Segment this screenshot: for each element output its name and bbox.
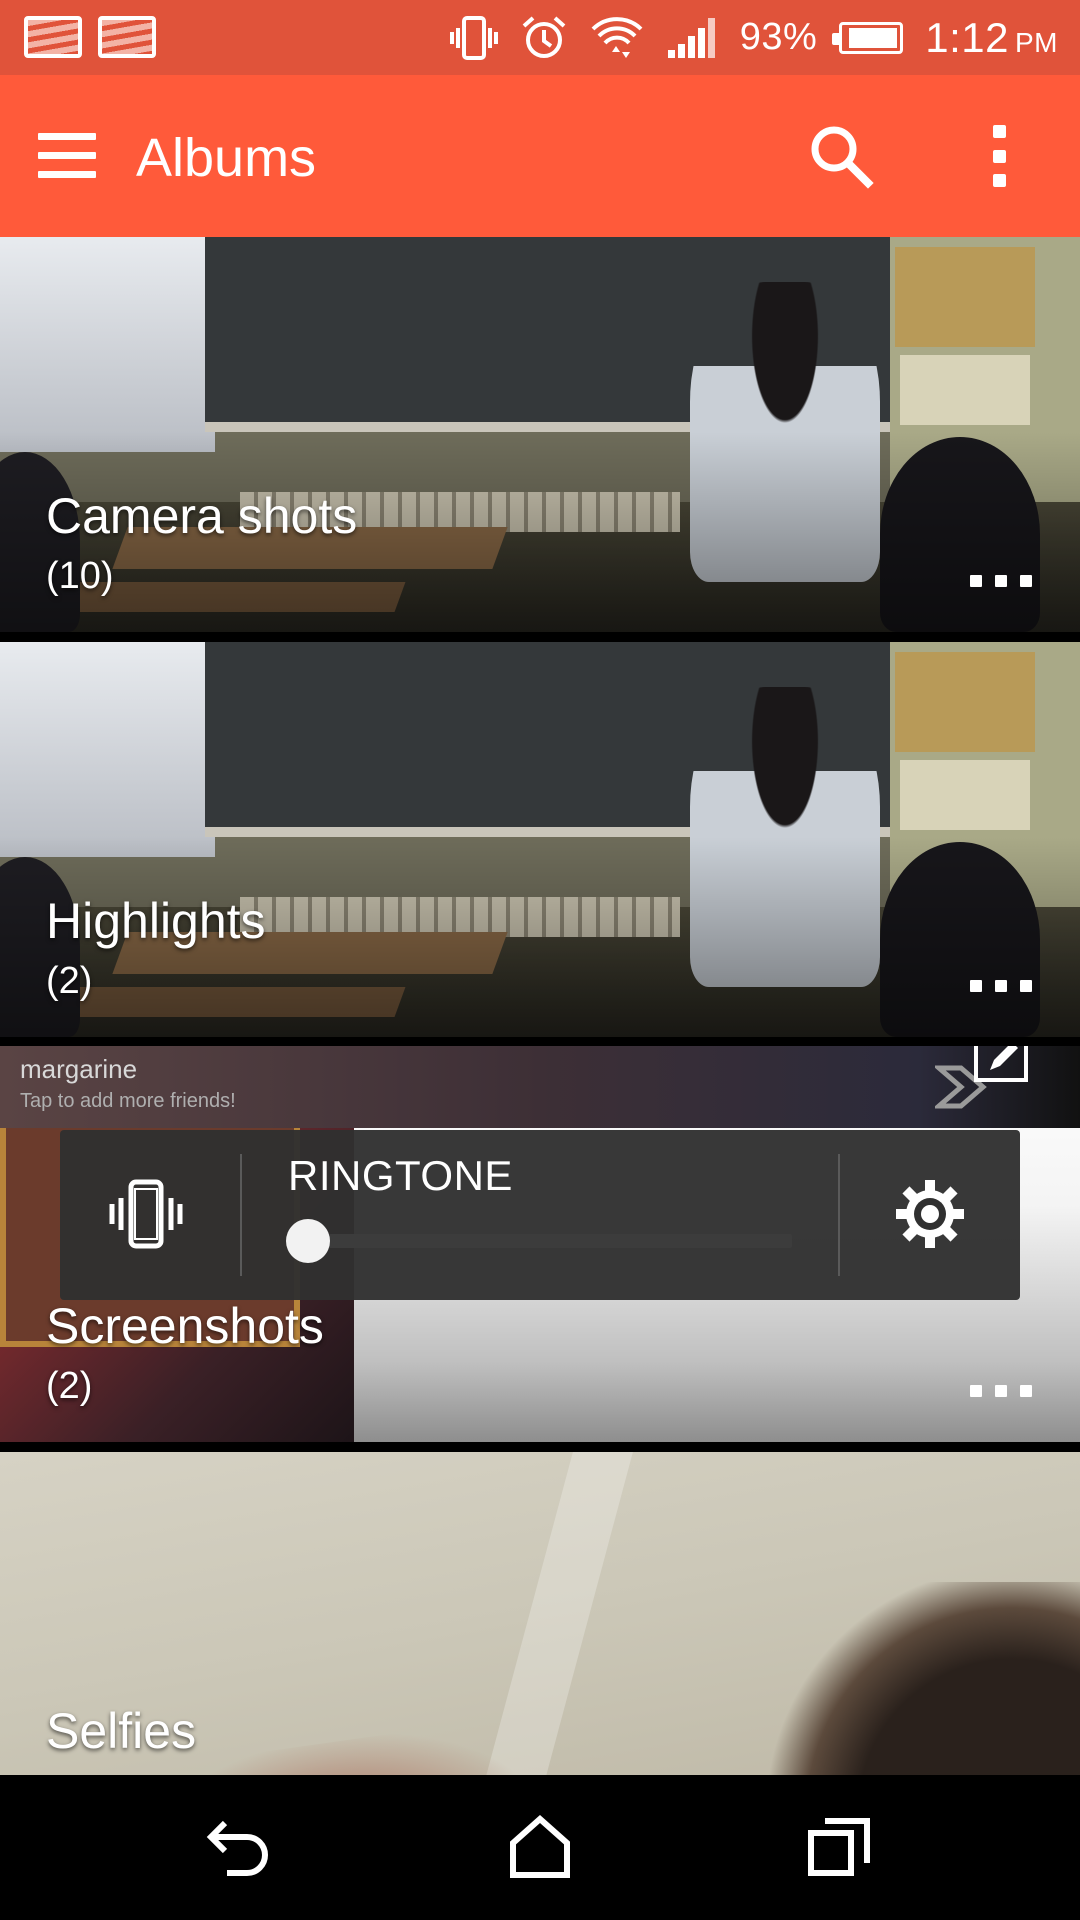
album-name: Camera shots [46, 488, 358, 544]
gear-icon[interactable] [894, 1178, 966, 1255]
chat-notification[interactable]: margarine Tap to add more friends! [0, 1046, 1080, 1128]
alarm-icon [520, 14, 568, 62]
signal-icon [666, 16, 718, 60]
album-count: (2) [46, 1365, 93, 1407]
notification-icons [24, 16, 156, 58]
album-more-icon[interactable] [970, 572, 1032, 592]
vibrate-icon[interactable] [108, 1178, 184, 1255]
overflow-menu-icon[interactable] [988, 125, 1012, 187]
battery-level [849, 27, 898, 48]
menu-icon[interactable] [38, 133, 98, 179]
wifi-icon [590, 12, 644, 64]
vibrate-icon [449, 14, 498, 62]
clock: 1:12 PM [925, 14, 1058, 62]
navigation-bar [0, 1775, 1080, 1920]
page-title: Albums [136, 128, 317, 188]
album-tile-highlights[interactable]: Highlights (2) [0, 642, 1080, 1037]
volume-slider-track[interactable] [308, 1234, 792, 1248]
clock-ampm: PM [1015, 26, 1058, 58]
chat-contact-name: margarine [20, 1054, 138, 1084]
battery-percent: 93% [739, 16, 818, 58]
album-more-icon[interactable] [970, 1382, 1032, 1402]
divider [240, 1154, 242, 1276]
recents-icon[interactable] [805, 1815, 875, 1884]
album-name: Highlights [46, 893, 266, 949]
chat-subtitle: Tap to add more friends! [20, 1090, 236, 1112]
divider [838, 1154, 840, 1276]
back-icon[interactable] [205, 1815, 275, 1884]
app-bar: Albums [0, 75, 1080, 237]
album-tile-camera-shots[interactable]: Camera shots (10) [0, 237, 1080, 632]
clock-time: 1:12 [925, 13, 1009, 61]
edit-icon[interactable] [974, 1046, 1028, 1082]
album-name: Selfies [46, 1703, 197, 1759]
album-count: (2) [46, 960, 93, 1002]
battery-icon [832, 21, 904, 54]
status-bar: 93% 1:12 PM [0, 0, 1080, 75]
album-tile-selfies[interactable]: Selfies [0, 1452, 1080, 1775]
search-icon[interactable] [806, 121, 876, 196]
album-name: Screenshots [46, 1298, 324, 1354]
volume-panel: RINGTONE [60, 1130, 1020, 1300]
home-icon[interactable] [505, 1814, 575, 1884]
volume-slider-thumb[interactable] [286, 1219, 330, 1263]
gallery-notification-icon [98, 16, 156, 58]
album-more-icon[interactable] [970, 977, 1032, 997]
album-count: (10) [46, 555, 114, 597]
volume-stream-label: RINGTONE [288, 1152, 513, 1199]
gallery-notification-icon [24, 16, 82, 58]
